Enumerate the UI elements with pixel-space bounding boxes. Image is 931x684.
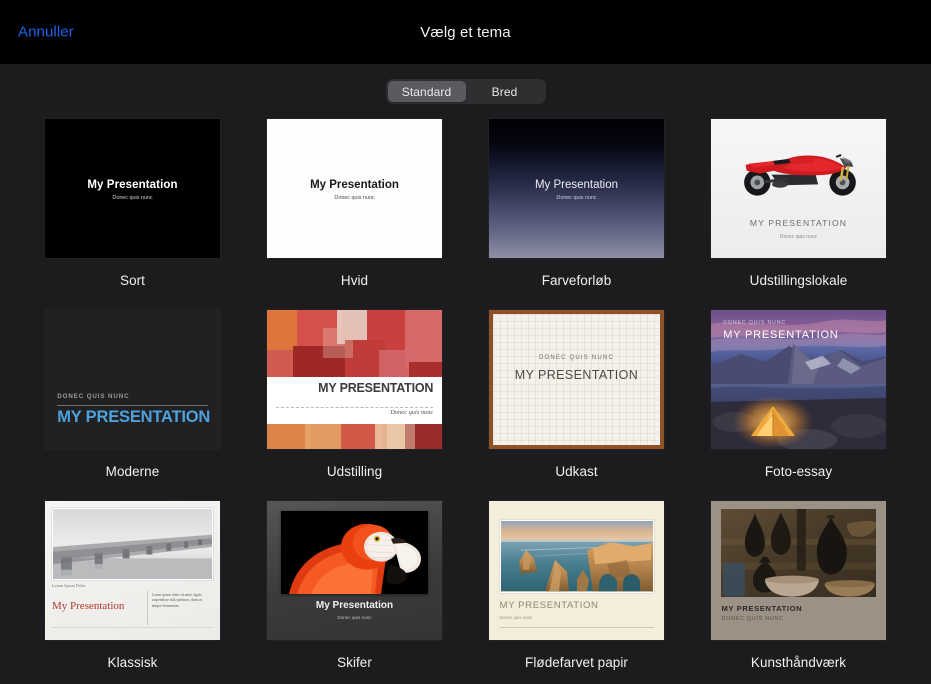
slide-title: MY PRESENTATION (514, 367, 639, 382)
theme-card-farveforlob[interactable]: My Presentation Donec quis nunc Farvefor… (489, 119, 664, 310)
slide-preview-klassisk: Lorem Ipsum Dolor My Presentation Lorem … (45, 501, 220, 640)
slide-subtitle: Donec quis nunc (779, 234, 818, 241)
divider (146, 591, 148, 625)
slide-preview-udstilling: MY PRESENTATION Donec quis nunc (267, 310, 442, 449)
theme-thumbnail-hvid[interactable]: My Presentation Donec quis nunc (267, 119, 442, 258)
theme-name-udkast: Udkast (555, 464, 598, 479)
slide-preview-hvid: My Presentation Donec quis nunc (267, 119, 442, 258)
theme-card-kunsthandvaerk[interactable]: MY PRESENTATION DONEC QUIS NUNC Kunsthån… (711, 501, 886, 684)
theme-thumbnail-kunsthandvaerk[interactable]: MY PRESENTATION DONEC QUIS NUNC (711, 501, 886, 640)
theme-thumbnail-klassisk[interactable]: Lorem Ipsum Dolor My Presentation Lorem … (45, 501, 220, 640)
slide-preview-foto-essay: DONEC QUIS NUNC MY PRESENTATION (711, 310, 886, 449)
theme-thumbnail-foto-essay[interactable]: DONEC QUIS NUNC MY PRESENTATION (711, 310, 886, 449)
slide-title: My Presentation (87, 178, 178, 191)
slide-subtitle: Donec quis nunc (334, 195, 375, 202)
slide-subtitle: Donec quis nunc (556, 195, 597, 202)
theme-thumbnail-sort[interactable]: My Presentation Donec quis nunc (45, 119, 220, 258)
page-title: Vælg et tema (420, 23, 511, 41)
slide-body-text: Lorem ipsum dolor sit amet, ligula suspe… (151, 592, 203, 608)
theme-card-klassisk[interactable]: Lorem Ipsum Dolor My Presentation Lorem … (45, 501, 220, 684)
theme-thumbnail-moderne[interactable]: DONEC QUIS NUNC MY PRESENTATION (45, 310, 220, 449)
slide-title: MY PRESENTATION (749, 217, 848, 228)
theme-name-skifer: Skifer (337, 655, 372, 670)
theme-name-kunsthandvaerk: Kunsthåndværk (750, 655, 847, 670)
tab-bred[interactable]: Bred (466, 81, 544, 102)
slide-title: MY PRESENTATION (57, 407, 211, 426)
aspect-ratio-toolbar: Standard Bred (0, 64, 931, 119)
slide-title: My Presentation (315, 599, 394, 611)
divider (275, 407, 434, 409)
slide-subtitle: Donec quis nunc (499, 614, 533, 620)
theme-card-foto-essay[interactable]: DONEC QUIS NUNC MY PRESENTATION Foto-ess… (711, 310, 886, 501)
theme-card-sort[interactable]: My Presentation Donec quis nunc Sort (45, 119, 220, 310)
footer-divider (52, 627, 213, 629)
tab-standard[interactable]: Standard (387, 81, 466, 102)
coastline-photo (499, 520, 654, 593)
slide-title: MY PRESENTATION (499, 599, 599, 611)
slide-subtitle: DONEC QUIS NUNC (721, 616, 784, 623)
theme-card-hvid[interactable]: My Presentation Donec quis nunc Hvid (267, 119, 442, 310)
theme-card-skifer[interactable]: My Presentation Donec quis nunc Skifer (267, 501, 442, 684)
theme-name-sort: Sort (120, 273, 145, 288)
slide-subtitle: Donec quis nunc (390, 409, 434, 417)
theme-card-udstilling[interactable]: MY PRESENTATION Donec quis nunc Udstilli… (267, 310, 442, 501)
theme-thumbnail-udkast[interactable]: DONEC QUIS NUNC MY PRESENTATION (489, 310, 664, 449)
theme-thumbnail-udstillingslokale[interactable]: MY PRESENTATION Donec quis nunc (711, 119, 886, 258)
slide-preview-flodefarvet-papir: MY PRESENTATION Donec quis nunc (489, 501, 664, 640)
slide-subtitle: Donec quis nunc (112, 195, 153, 202)
theme-name-moderne: Moderne (105, 464, 160, 479)
slide-kicker: DONEC QUIS NUNC (538, 354, 614, 361)
theme-name-foto-essay: Foto-essay (764, 464, 833, 479)
footer-divider (499, 627, 654, 629)
slide-kicker: DONEC QUIS NUNC (57, 393, 130, 401)
slide-preview-farveforlob: My Presentation Donec quis nunc (489, 119, 664, 258)
theme-card-udstillingslokale[interactable]: MY PRESENTATION Donec quis nunc Udstilli… (711, 119, 886, 310)
theme-thumbnail-udstilling[interactable]: MY PRESENTATION Donec quis nunc (267, 310, 442, 449)
slide-preview-kunsthandvaerk: MY PRESENTATION DONEC QUIS NUNC (711, 501, 886, 640)
slide-title: My Presentation (534, 178, 619, 191)
slide-title: MY PRESENTATION (723, 329, 839, 342)
theme-name-klassisk: Klassisk (107, 655, 158, 670)
slide-title: My Presentation (52, 599, 125, 612)
slide-title: My Presentation (310, 178, 399, 191)
theme-name-farveforlob: Farveforløb (541, 273, 612, 288)
cancel-button[interactable]: Annuller (18, 24, 74, 41)
photo-caption: Lorem Ipsum Dolor (52, 584, 86, 589)
theme-card-moderne[interactable]: DONEC QUIS NUNC MY PRESENTATION Moderne (45, 310, 220, 501)
macaw-photo (281, 510, 428, 595)
dialog-titlebar: Annuller Vælg et tema (0, 0, 931, 64)
bridge-photo (52, 507, 213, 581)
theme-name-udstillingslokale: Udstillingslokale (749, 273, 848, 288)
slide-preview-udkast: DONEC QUIS NUNC MY PRESENTATION (489, 310, 664, 449)
theme-grid: My Presentation Donec quis nunc Sort My … (0, 119, 931, 684)
theme-thumbnail-skifer[interactable]: My Presentation Donec quis nunc (267, 501, 442, 640)
pottery-photo (720, 509, 877, 597)
motorcycle-photo (725, 127, 872, 210)
theme-name-udstilling: Udstilling (326, 464, 383, 479)
slide-subtitle: Donec quis nunc (337, 614, 372, 620)
slide-preview-udstillingslokale: MY PRESENTATION Donec quis nunc (711, 119, 886, 258)
slide-preview-sort: My Presentation Donec quis nunc (45, 119, 220, 258)
slide-title: MY PRESENTATION (318, 380, 434, 395)
theme-name-flodefarvet-papir: Flødefarvet papir (525, 655, 628, 670)
theme-name-hvid: Hvid (340, 273, 369, 288)
theme-thumbnail-flodefarvet-papir[interactable]: MY PRESENTATION Donec quis nunc (489, 501, 664, 640)
theme-thumbnail-farveforlob[interactable]: My Presentation Donec quis nunc (489, 119, 664, 258)
slide-kicker: DONEC QUIS NUNC (723, 319, 787, 326)
slide-preview-moderne: DONEC QUIS NUNC MY PRESENTATION (45, 310, 220, 449)
slide-preview-skifer: My Presentation Donec quis nunc (267, 501, 442, 640)
slide-title: MY PRESENTATION (721, 603, 803, 613)
theme-card-udkast[interactable]: DONEC QUIS NUNC MY PRESENTATION Udkast (489, 310, 664, 501)
divider (57, 405, 208, 407)
theme-card-flodefarvet-papir[interactable]: MY PRESENTATION Donec quis nunc Flødefar… (489, 501, 664, 684)
aspect-ratio-segmented-control[interactable]: Standard Bred (385, 79, 546, 104)
